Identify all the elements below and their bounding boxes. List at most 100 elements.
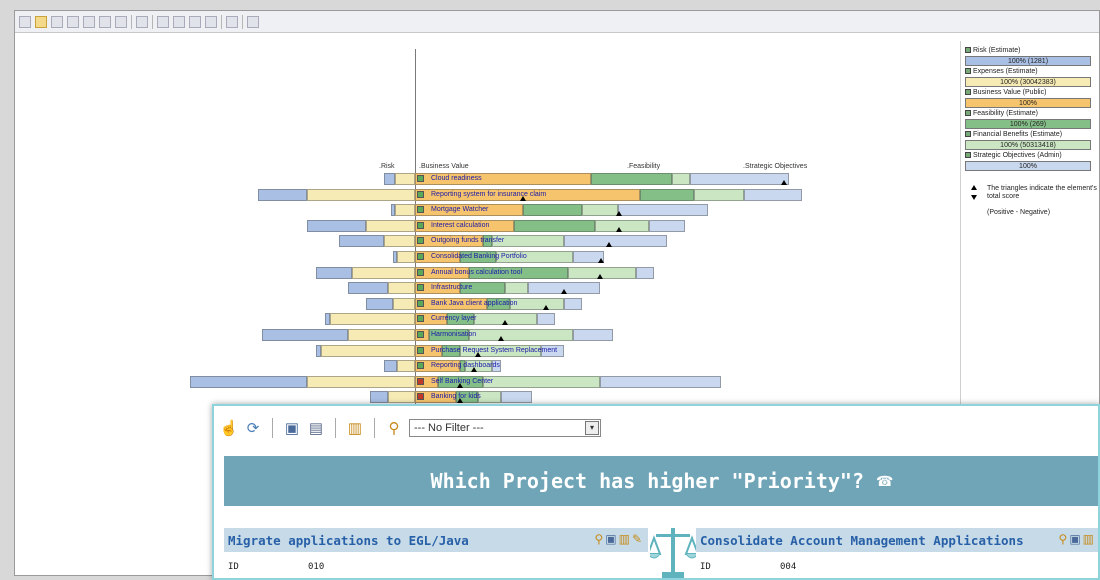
- legend-triangle-icon: [971, 185, 977, 190]
- legend-item-bar: 100% (1281): [965, 56, 1091, 66]
- risk-bar: [338, 235, 384, 248]
- project-label[interactable]: Annual bonus calculation tool: [429, 267, 522, 279]
- toolbar-separator: [242, 14, 243, 29]
- project-label[interactable]: Mortgage Watcher: [429, 204, 488, 216]
- magnify-icon[interactable]: ⚲: [1059, 532, 1068, 546]
- project-label[interactable]: Outgoing funds transfer: [429, 235, 504, 247]
- document-icon[interactable]: ▥: [346, 419, 364, 437]
- legend-checkbox-icon[interactable]: [965, 68, 971, 75]
- toolbar-separator: [131, 14, 132, 29]
- help-icon[interactable]: [247, 15, 259, 28]
- filter-icon[interactable]: [115, 15, 127, 28]
- business-value-column-header: .Business Value: [419, 163, 469, 170]
- expenses-bar: [388, 391, 415, 404]
- legend-item-label[interactable]: Strategic Objectives (Admin): [965, 152, 1062, 159]
- status-check-icon[interactable]: [417, 221, 424, 229]
- monitor-icon[interactable]: ▣: [283, 419, 301, 437]
- legend-checkbox-icon[interactable]: [965, 110, 971, 117]
- status-check-icon[interactable]: [417, 175, 424, 182]
- image-icon[interactable]: [189, 15, 201, 28]
- balance-scale-icon: [650, 528, 696, 578]
- chart-type-icon[interactable]: [19, 15, 31, 28]
- expenses-bar: [397, 251, 415, 263]
- magnify-icon[interactable]: ⚲: [594, 532, 603, 546]
- status-check-icon[interactable]: [417, 299, 424, 307]
- project-label[interactable]: Cloud readiness: [429, 173, 482, 185]
- right-project-id-value: 004: [780, 562, 797, 572]
- legend-item-label[interactable]: Expenses (Estimate): [965, 68, 1038, 75]
- toolbar-separator: [335, 418, 336, 438]
- project-label[interactable]: Bank Java client application: [429, 298, 517, 310]
- expenses-bar: [347, 329, 415, 341]
- score-triangle-icon: [470, 367, 477, 373]
- project-label[interactable]: Interest calculation: [429, 220, 489, 232]
- chevron-down-icon[interactable]: ▾: [585, 421, 599, 435]
- edit-icon[interactable]: ✎: [632, 532, 642, 546]
- filter-dropdown[interactable]: --- No Filter --- ▾: [409, 419, 601, 437]
- project-label[interactable]: Infrastructure: [429, 282, 472, 294]
- score-triangle-icon: [606, 242, 613, 248]
- status-check-icon[interactable]: [417, 362, 424, 370]
- sort-icon[interactable]: [83, 15, 95, 28]
- expenses-bar: [388, 282, 415, 295]
- financial-benefits-bar: [469, 329, 573, 341]
- risk-bar: [190, 375, 307, 388]
- status-check-icon[interactable]: [417, 268, 424, 276]
- right-project-actions: ⚲ ▣ ▥: [1059, 532, 1094, 546]
- list-icon[interactable]: [67, 15, 79, 28]
- export-icon[interactable]: [157, 15, 169, 28]
- filter-funnel-icon[interactable]: ⚲: [385, 419, 403, 437]
- refresh-icon[interactable]: ⟳: [244, 419, 262, 437]
- project-label[interactable]: Reporting system for insurance claim: [429, 189, 546, 201]
- project-label[interactable]: Purchase Request System Replacement: [429, 345, 557, 357]
- project-label[interactable]: Reporting dashboards: [429, 360, 500, 372]
- project-label[interactable]: Banking for kids: [429, 391, 481, 403]
- phone-icon[interactable]: ☎: [876, 473, 893, 490]
- right-project-id-label: ID: [700, 562, 711, 572]
- left-project-header[interactable]: Migrate applications to EGL/Java ⚲ ▣ ▥ ✎: [224, 528, 648, 552]
- legend-checkbox-icon[interactable]: [965, 47, 971, 54]
- database-icon[interactable]: ▤: [307, 419, 325, 437]
- status-check-icon[interactable]: [417, 284, 424, 292]
- link-icon[interactable]: [136, 15, 148, 28]
- bar-chart-icon[interactable]: [35, 15, 47, 28]
- project-label[interactable]: Currency layer: [429, 313, 477, 325]
- status-check-icon[interactable]: [417, 206, 424, 214]
- legend-item-label[interactable]: Business Value (Public): [965, 89, 1046, 96]
- project-label[interactable]: Harmonisation: [429, 329, 476, 341]
- legend-item-text: Financial Benefits (Estimate): [973, 131, 1063, 138]
- stack-icon[interactable]: [99, 15, 111, 28]
- details-icon[interactable]: ▣: [605, 532, 616, 546]
- copy-icon[interactable]: [205, 15, 217, 28]
- legend-item-label[interactable]: Feasibility (Estimate): [965, 110, 1038, 117]
- project-label[interactable]: Consolidated Banking Portfolio: [429, 251, 527, 263]
- status-check-icon[interactable]: [417, 346, 424, 354]
- status-check-icon[interactable]: [417, 253, 424, 260]
- attach-icon[interactable]: ▥: [1083, 532, 1094, 546]
- status-check-icon[interactable]: [417, 315, 424, 323]
- status-check-icon[interactable]: [417, 393, 424, 401]
- status-check-icon[interactable]: [417, 377, 424, 385]
- right-project-header[interactable]: Consolidate Account Management Applicati…: [696, 528, 1098, 552]
- risk-bar: [316, 344, 321, 357]
- score-triangle-icon: [520, 195, 526, 201]
- legend-item-label[interactable]: Risk (Estimate): [965, 47, 1020, 54]
- left-project-id-label: ID: [228, 562, 239, 572]
- settings-icon[interactable]: [226, 15, 238, 28]
- legend-checkbox-icon[interactable]: [965, 152, 971, 159]
- legend-checkbox-icon[interactable]: [965, 131, 971, 138]
- risk-bar: [383, 360, 397, 373]
- status-check-icon[interactable]: [417, 190, 424, 198]
- attach-icon[interactable]: ▥: [619, 532, 630, 546]
- status-check-icon[interactable]: [417, 237, 424, 245]
- risk-bar: [307, 219, 366, 232]
- print-icon[interactable]: [173, 15, 185, 28]
- grid-icon[interactable]: [51, 15, 63, 28]
- pointer-icon[interactable]: ☝: [220, 419, 239, 437]
- details-icon[interactable]: ▣: [1069, 532, 1080, 546]
- status-check-icon[interactable]: [417, 331, 424, 338]
- strategic-objectives-bar: [563, 235, 667, 248]
- legend-checkbox-icon[interactable]: [965, 89, 971, 96]
- score-triangle-icon: [502, 320, 508, 326]
- legend-item-label[interactable]: Financial Benefits (Estimate): [965, 131, 1062, 138]
